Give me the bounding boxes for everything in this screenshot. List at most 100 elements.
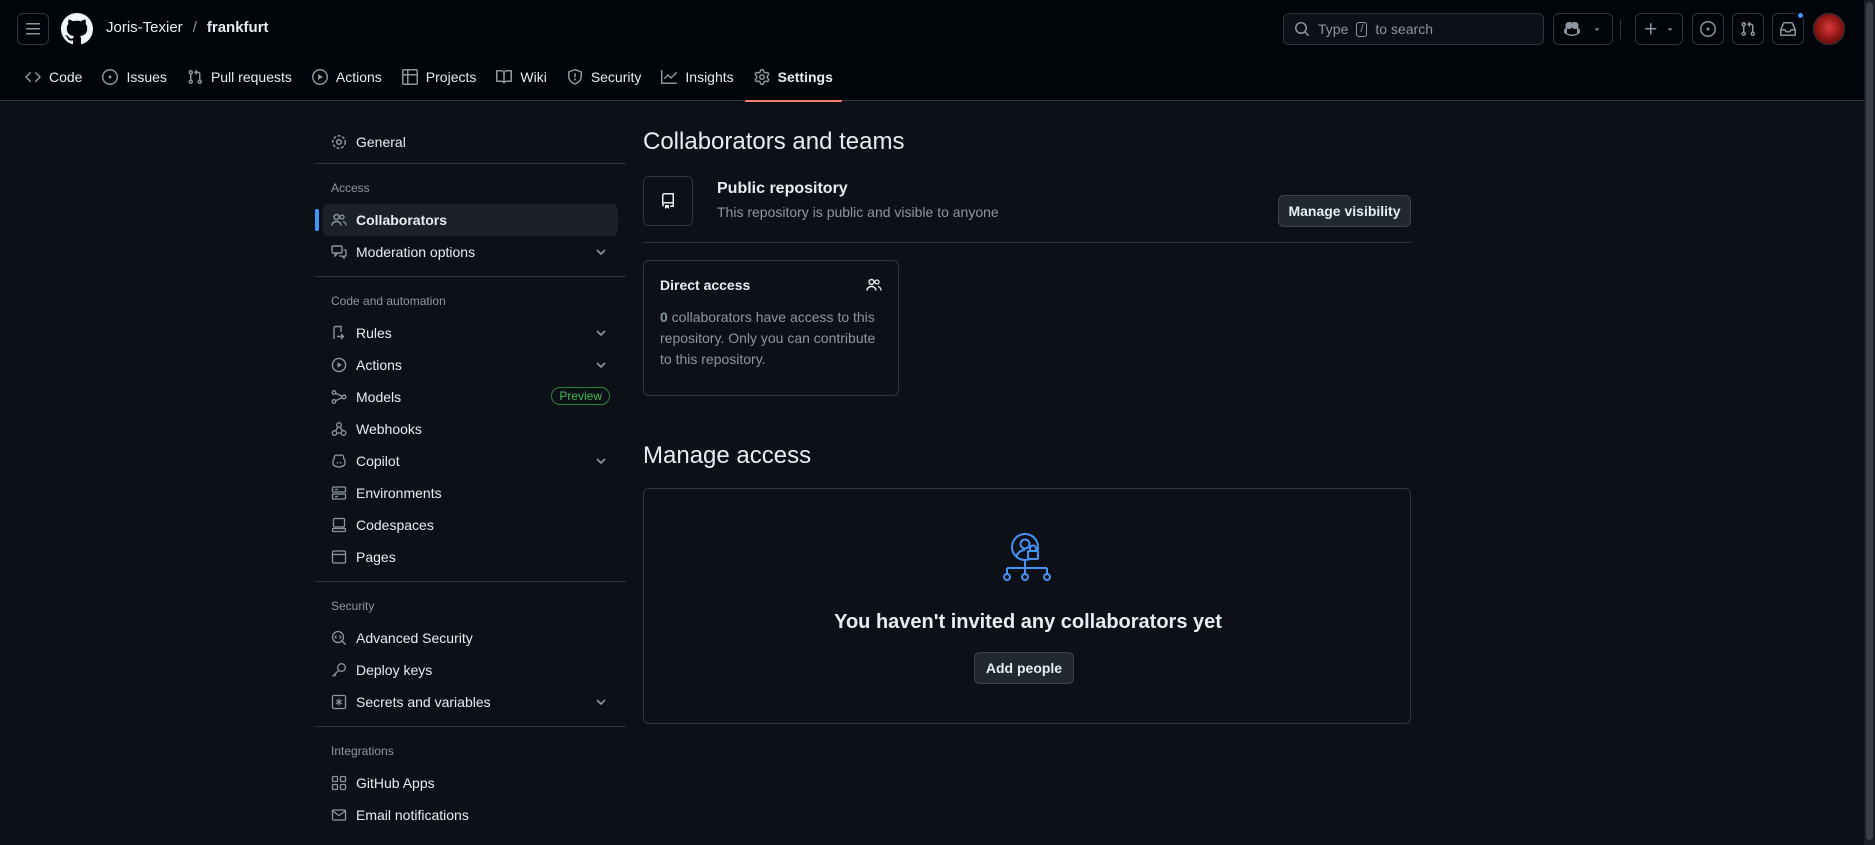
tab-pull-requests[interactable]: Pull requests bbox=[178, 60, 301, 93]
sidebar-item-secrets[interactable]: Secrets and variables bbox=[323, 686, 618, 718]
tab-security[interactable]: Security bbox=[558, 60, 651, 93]
direct-access-description: collaborators have access to this reposi… bbox=[660, 309, 876, 367]
sidebar-item-general[interactable]: General bbox=[323, 126, 618, 158]
asterisk-icon bbox=[331, 694, 347, 710]
copilot-icon bbox=[332, 454, 346, 468]
scrollbar-thumb[interactable] bbox=[1866, 2, 1873, 840]
create-new-button[interactable] bbox=[1635, 13, 1683, 45]
search-input[interactable]: Type / to search bbox=[1283, 13, 1544, 45]
repo-visibility-icon-box bbox=[643, 176, 693, 226]
sidebar-item-label: Copilot bbox=[356, 453, 400, 469]
repo-link[interactable]: frankfurt bbox=[207, 19, 269, 36]
tab-actions[interactable]: Actions bbox=[303, 60, 391, 93]
sidebar-item-label: Email notifications bbox=[356, 807, 469, 823]
code-icon bbox=[25, 71, 41, 82]
menu-button[interactable] bbox=[17, 13, 49, 45]
direct-access-card: Direct access 0 collaborators have acces… bbox=[643, 260, 899, 396]
sidebar-item-codespaces[interactable]: Codespaces bbox=[323, 509, 618, 541]
book-icon bbox=[496, 69, 513, 83]
pull-requests-button[interactable] bbox=[1732, 13, 1764, 45]
direct-access-title: Direct access bbox=[660, 277, 751, 293]
tab-label: Projects bbox=[425, 68, 477, 85]
notification-indicator bbox=[1796, 11, 1805, 20]
search-suffix: to search bbox=[1375, 21, 1434, 37]
tab-label: Code bbox=[49, 68, 83, 85]
sidebar-item-environments[interactable]: Environments bbox=[323, 477, 618, 509]
github-logo-icon[interactable] bbox=[61, 13, 93, 45]
comment-discussion-icon bbox=[331, 245, 347, 260]
sidebar-heading-code-automation: Code and automation bbox=[331, 294, 446, 308]
preview-badge: Preview bbox=[551, 387, 610, 405]
chevron-down-icon bbox=[596, 330, 606, 337]
tab-code[interactable]: Code bbox=[16, 60, 91, 93]
issue-opened-icon bbox=[1700, 21, 1716, 37]
search-shortcut-key: / bbox=[1356, 21, 1368, 37]
sidebar-item-actions[interactable]: Actions bbox=[323, 349, 618, 381]
chevron-down-icon bbox=[596, 699, 606, 706]
sidebar-heading-security: Security bbox=[331, 599, 375, 613]
empty-state-message: You haven't invited any collaborators ye… bbox=[834, 611, 1222, 633]
search-icon bbox=[1295, 22, 1310, 37]
git-pull-request-icon bbox=[188, 69, 202, 84]
codescan-icon bbox=[331, 630, 347, 646]
tab-label: Pull requests bbox=[210, 68, 292, 85]
sidebar-item-advanced-security[interactable]: Advanced Security bbox=[323, 622, 618, 654]
git-pull-request-icon bbox=[1741, 21, 1756, 37]
hamburger-icon bbox=[26, 23, 40, 35]
codespaces-icon bbox=[331, 517, 347, 533]
chevron-down-icon bbox=[596, 249, 606, 256]
sidebar-item-github-apps[interactable]: GitHub Apps bbox=[323, 767, 618, 799]
tab-projects[interactable]: Projects bbox=[393, 60, 486, 93]
people-icon bbox=[866, 278, 882, 291]
sidebar-item-collaborators[interactable]: Collaborators bbox=[315, 204, 618, 236]
sidebar-item-label: Secrets and variables bbox=[356, 694, 491, 710]
tab-wiki[interactable]: Wiki bbox=[487, 60, 555, 93]
sidebar-item-webhooks[interactable]: Webhooks bbox=[323, 413, 618, 445]
tab-label: Actions bbox=[335, 68, 382, 85]
sidebar-item-rules[interactable]: Rules bbox=[323, 317, 618, 349]
scrollbar[interactable] bbox=[1864, 0, 1875, 845]
sidebar-item-moderation[interactable]: Moderation options bbox=[323, 236, 618, 268]
sidebar-item-deploy-keys[interactable]: Deploy keys bbox=[323, 654, 618, 686]
sidebar-heading-access: Access bbox=[331, 181, 370, 195]
manage-visibility-button[interactable]: Manage visibility bbox=[1278, 195, 1411, 227]
webhook-icon bbox=[331, 422, 347, 436]
tab-label: Security bbox=[590, 68, 642, 85]
sidebar-item-email-notifications[interactable]: Email notifications bbox=[323, 799, 618, 831]
issues-button[interactable] bbox=[1692, 13, 1724, 45]
sidebar-item-models[interactable]: Models Preview bbox=[323, 381, 618, 413]
page-title: Collaborators and teams bbox=[643, 128, 905, 155]
gear-icon bbox=[332, 135, 346, 149]
divider bbox=[315, 163, 626, 164]
play-icon bbox=[331, 357, 347, 373]
tab-label: Settings bbox=[777, 68, 833, 85]
tab-insights[interactable]: Insights bbox=[652, 60, 742, 93]
plus-icon bbox=[1645, 23, 1657, 35]
divider bbox=[315, 726, 626, 727]
add-people-button[interactable]: Add people bbox=[974, 652, 1074, 684]
gear-icon bbox=[754, 68, 770, 85]
chevron-down-icon bbox=[596, 362, 606, 369]
divider bbox=[643, 242, 1411, 243]
repo-icon bbox=[662, 193, 674, 209]
apps-icon bbox=[331, 775, 347, 791]
tab-label: Issues bbox=[126, 68, 167, 85]
collaborator-count: 0 bbox=[660, 309, 668, 325]
sidebar-item-pages[interactable]: Pages bbox=[323, 541, 618, 573]
sidebar-item-copilot[interactable]: Copilot bbox=[323, 445, 618, 477]
tab-issues[interactable]: Issues bbox=[93, 60, 175, 93]
table-icon bbox=[401, 68, 418, 85]
server-icon bbox=[331, 486, 347, 500]
play-icon bbox=[311, 68, 328, 85]
copilot-button[interactable] bbox=[1553, 13, 1613, 45]
chevron-down-icon bbox=[1594, 28, 1600, 31]
avatar[interactable] bbox=[1813, 13, 1845, 45]
owner-link[interactable]: Joris-Texier bbox=[106, 19, 183, 36]
key-icon bbox=[332, 663, 346, 677]
sidebar-item-label: Moderation options bbox=[356, 244, 476, 260]
breadcrumb-separator: / bbox=[192, 19, 197, 36]
visibility-description: This repository is public and visible to… bbox=[717, 204, 999, 220]
tab-settings[interactable]: Settings bbox=[744, 60, 843, 102]
chevron-down-icon bbox=[596, 458, 606, 465]
manage-access-title: Manage access bbox=[643, 442, 812, 469]
